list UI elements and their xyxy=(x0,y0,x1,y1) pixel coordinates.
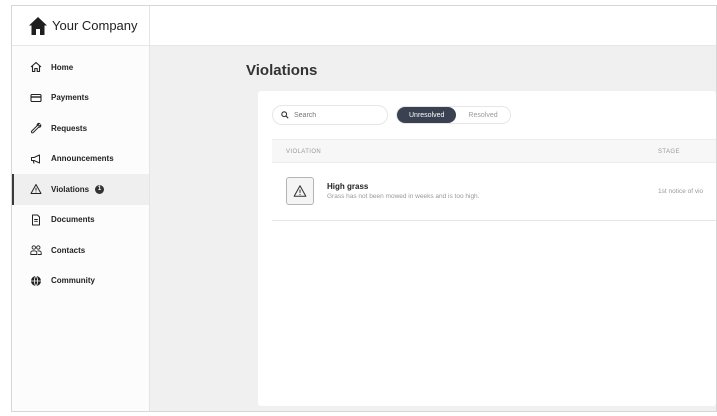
page-title: Violations xyxy=(246,62,318,79)
tab-resolved[interactable]: Resolved xyxy=(456,107,510,123)
sidebar: Your Company Home Payments Requests Anno… xyxy=(12,6,150,411)
wrench-icon xyxy=(29,121,43,135)
sidebar-item-label: Home xyxy=(51,62,74,72)
tab-unresolved[interactable]: Unresolved xyxy=(397,107,457,123)
home-icon xyxy=(29,60,43,74)
sidebar-item-label: Community xyxy=(51,276,95,286)
search-icon xyxy=(281,111,289,119)
status-tabs: Unresolved Resolved xyxy=(396,106,511,124)
search-input[interactable] xyxy=(294,111,374,119)
globe-icon xyxy=(29,274,43,288)
violation-stage: 1st notice of vio xyxy=(658,188,704,195)
house-icon xyxy=(29,16,47,35)
top-bar xyxy=(150,6,716,46)
sidebar-item-community[interactable]: Community xyxy=(12,266,149,297)
violations-panel: Unresolved Resolved VIOLATION STAGE High… xyxy=(258,91,716,406)
sidebar-item-home[interactable]: Home xyxy=(12,52,149,83)
table-header: VIOLATION STAGE xyxy=(272,139,716,163)
sidebar-item-violations[interactable]: Violations 1 xyxy=(12,174,149,205)
sidebar-item-payments[interactable]: Payments xyxy=(12,83,149,114)
megaphone-icon xyxy=(29,152,43,166)
sidebar-item-documents[interactable]: Documents xyxy=(12,205,149,236)
app-window: Your Company Home Payments Requests Anno… xyxy=(11,5,717,412)
sidebar-item-label: Documents xyxy=(51,215,95,225)
column-header-stage[interactable]: STAGE xyxy=(658,149,680,155)
brand[interactable]: Your Company xyxy=(12,6,149,46)
violations-table: VIOLATION STAGE High grass Grass has not… xyxy=(272,139,716,221)
brand-name: Your Company xyxy=(52,18,138,33)
sidebar-item-label: Contacts xyxy=(51,245,86,255)
warning-triangle-icon xyxy=(29,182,43,196)
sidebar-item-announcements[interactable]: Announcements xyxy=(12,144,149,175)
sidebar-item-label: Violations xyxy=(51,184,90,194)
warning-triangle-icon xyxy=(286,177,314,205)
violations-count-badge: 1 xyxy=(95,184,105,194)
violation-description: Grass has not been mowed in weeks and is… xyxy=(327,193,480,200)
filter-toolbar: Unresolved Resolved xyxy=(272,105,511,125)
sidebar-item-requests[interactable]: Requests xyxy=(12,113,149,144)
credit-card-icon xyxy=(29,91,43,105)
sidebar-item-label: Requests xyxy=(51,123,88,133)
sidebar-nav: Home Payments Requests Announcements Vio… xyxy=(12,52,149,296)
search-box[interactable] xyxy=(272,105,388,125)
violation-title: High grass xyxy=(327,182,369,191)
people-icon xyxy=(29,243,43,257)
document-icon xyxy=(29,213,43,227)
sidebar-item-label: Announcements xyxy=(51,154,114,164)
table-row[interactable]: High grass Grass has not been mowed in w… xyxy=(272,163,716,221)
sidebar-item-contacts[interactable]: Contacts xyxy=(12,235,149,266)
sidebar-item-label: Payments xyxy=(51,93,89,103)
column-header-violation[interactable]: VIOLATION xyxy=(286,149,321,155)
